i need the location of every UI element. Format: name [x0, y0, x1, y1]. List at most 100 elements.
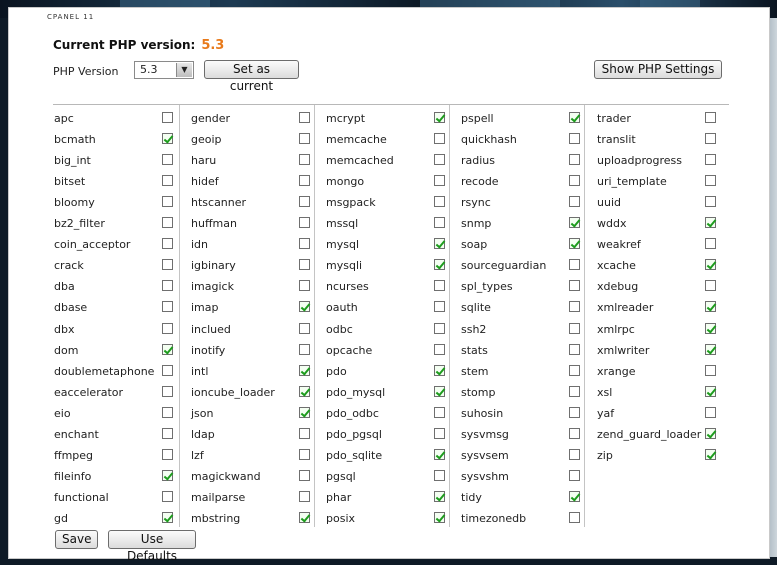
- extension-checkbox[interactable]: [162, 196, 173, 208]
- extension-checkbox[interactable]: [162, 427, 173, 439]
- extension-checkbox[interactable]: [299, 448, 310, 460]
- extension-checkbox[interactable]: [162, 511, 173, 523]
- extension-checkbox[interactable]: [299, 133, 310, 145]
- use-defaults-button[interactable]: Use Defaults: [108, 530, 196, 563]
- extension-checkbox[interactable]: [569, 154, 580, 166]
- extension-checkbox[interactable]: [162, 343, 173, 355]
- extension-checkbox[interactable]: [434, 238, 445, 250]
- extension-checkbox[interactable]: [162, 469, 173, 481]
- extension-checkbox[interactable]: [162, 406, 173, 418]
- php-version-select[interactable]: 5.3 ▼: [134, 61, 194, 79]
- extension-checkbox[interactable]: [705, 217, 716, 229]
- extension-checkbox[interactable]: [569, 238, 580, 250]
- extension-checkbox[interactable]: [434, 301, 445, 313]
- extension-checkbox[interactable]: [434, 469, 445, 481]
- extension-checkbox[interactable]: [299, 364, 310, 376]
- extension-checkbox[interactable]: [299, 175, 310, 187]
- extension-checkbox[interactable]: [705, 427, 716, 439]
- extension-checkbox[interactable]: [434, 196, 445, 208]
- extension-checkbox[interactable]: [569, 301, 580, 313]
- extension-checkbox[interactable]: [299, 259, 310, 271]
- extension-checkbox[interactable]: [705, 112, 716, 123]
- extension-checkbox[interactable]: [299, 469, 310, 481]
- extension-checkbox[interactable]: [299, 154, 310, 166]
- extension-checkbox[interactable]: [705, 301, 716, 313]
- extension-checkbox[interactable]: [162, 133, 173, 145]
- extension-checkbox[interactable]: [434, 112, 445, 123]
- extension-checkbox[interactable]: [299, 427, 310, 439]
- extension-checkbox[interactable]: [162, 385, 173, 397]
- extension-checkbox[interactable]: [162, 154, 173, 166]
- extension-checkbox[interactable]: [569, 133, 580, 145]
- extension-checkbox[interactable]: [299, 280, 310, 292]
- extension-checkbox[interactable]: [569, 175, 580, 187]
- extension-checkbox[interactable]: [569, 469, 580, 481]
- extension-checkbox[interactable]: [299, 301, 310, 313]
- show-php-settings-button[interactable]: Show PHP Settings: [594, 60, 722, 79]
- chevron-down-icon[interactable]: ▼: [176, 63, 192, 77]
- extension-checkbox[interactable]: [569, 196, 580, 208]
- extension-checkbox[interactable]: [162, 364, 173, 376]
- extension-checkbox[interactable]: [569, 112, 580, 123]
- extension-checkbox[interactable]: [705, 238, 716, 250]
- extension-checkbox[interactable]: [569, 511, 580, 523]
- extension-checkbox[interactable]: [569, 343, 580, 355]
- extension-checkbox[interactable]: [299, 490, 310, 502]
- extension-checkbox[interactable]: [434, 511, 445, 523]
- extension-checkbox[interactable]: [705, 280, 716, 292]
- extension-checkbox[interactable]: [162, 448, 173, 460]
- extension-checkbox[interactable]: [705, 196, 716, 208]
- extension-checkbox[interactable]: [569, 385, 580, 397]
- extension-checkbox[interactable]: [162, 175, 173, 187]
- extension-checkbox[interactable]: [705, 343, 716, 355]
- extension-checkbox[interactable]: [434, 217, 445, 229]
- extension-checkbox[interactable]: [705, 385, 716, 397]
- set-as-current-button[interactable]: Set as current: [204, 60, 299, 93]
- extension-checkbox[interactable]: [434, 322, 445, 334]
- extension-checkbox[interactable]: [569, 322, 580, 334]
- extension-checkbox[interactable]: [434, 364, 445, 376]
- extension-checkbox[interactable]: [162, 280, 173, 292]
- extension-checkbox[interactable]: [705, 175, 716, 187]
- extension-checkbox[interactable]: [434, 427, 445, 439]
- extension-checkbox[interactable]: [705, 154, 716, 166]
- extension-checkbox[interactable]: [299, 511, 310, 523]
- extension-checkbox[interactable]: [569, 217, 580, 229]
- extension-checkbox[interactable]: [162, 112, 173, 123]
- extension-checkbox[interactable]: [162, 301, 173, 313]
- extension-checkbox[interactable]: [434, 490, 445, 502]
- extension-checkbox[interactable]: [162, 322, 173, 334]
- extension-checkbox[interactable]: [434, 280, 445, 292]
- extension-checkbox[interactable]: [569, 259, 580, 271]
- extension-checkbox[interactable]: [299, 322, 310, 334]
- save-button[interactable]: Save: [55, 530, 98, 549]
- extension-checkbox[interactable]: [705, 448, 716, 460]
- extension-checkbox[interactable]: [162, 217, 173, 229]
- extension-checkbox[interactable]: [569, 448, 580, 460]
- extension-checkbox[interactable]: [705, 322, 716, 334]
- extension-checkbox[interactable]: [705, 259, 716, 271]
- extension-checkbox[interactable]: [299, 196, 310, 208]
- extension-checkbox[interactable]: [434, 448, 445, 460]
- extension-checkbox[interactable]: [569, 427, 580, 439]
- extension-checkbox[interactable]: [434, 385, 445, 397]
- extension-checkbox[interactable]: [569, 406, 580, 418]
- extension-checkbox[interactable]: [705, 406, 716, 418]
- extension-checkbox[interactable]: [299, 238, 310, 250]
- extension-checkbox[interactable]: [162, 259, 173, 271]
- extension-checkbox[interactable]: [299, 343, 310, 355]
- extension-checkbox[interactable]: [299, 112, 310, 123]
- extension-checkbox[interactable]: [434, 154, 445, 166]
- extension-checkbox[interactable]: [434, 343, 445, 355]
- extension-checkbox[interactable]: [705, 364, 716, 376]
- extension-checkbox[interactable]: [434, 133, 445, 145]
- extension-checkbox[interactable]: [299, 217, 310, 229]
- extension-checkbox[interactable]: [434, 406, 445, 418]
- extension-checkbox[interactable]: [162, 490, 173, 502]
- extension-checkbox[interactable]: [434, 175, 445, 187]
- extension-checkbox[interactable]: [569, 490, 580, 502]
- extension-checkbox[interactable]: [162, 238, 173, 250]
- extension-checkbox[interactable]: [299, 406, 310, 418]
- extension-checkbox[interactable]: [705, 133, 716, 145]
- extension-checkbox[interactable]: [569, 364, 580, 376]
